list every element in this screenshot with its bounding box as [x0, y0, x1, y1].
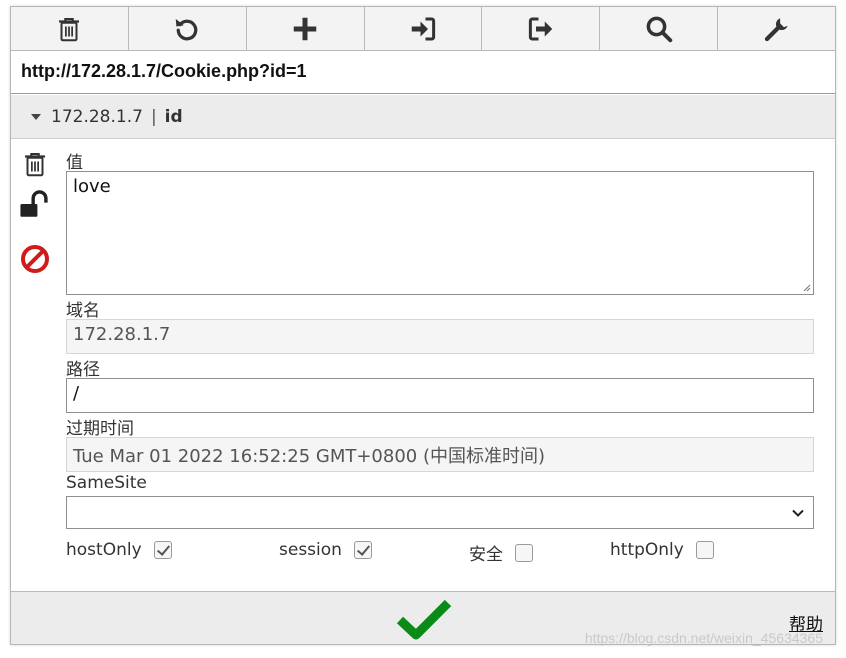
httponly-checkbox[interactable]: [695, 541, 714, 559]
samesite-label: SameSite: [66, 473, 147, 493]
add-cookie-button[interactable]: [247, 7, 365, 50]
path-label: 路径: [66, 360, 100, 380]
secure-label: 安全: [469, 545, 503, 565]
secure-checkbox[interactable]: [515, 543, 533, 562]
domain-label: 域名: [66, 301, 100, 321]
checkmark-icon[interactable]: [396, 598, 452, 642]
value-label: 值: [66, 153, 83, 173]
block-icon[interactable]: [19, 243, 51, 275]
export-button[interactable]: [482, 7, 601, 50]
resize-grip-icon[interactable]: [801, 282, 811, 292]
reset-button[interactable]: [129, 7, 247, 50]
url-display[interactable]: http://172.28.1.7/Cookie.php?id=1: [11, 50, 835, 94]
separator: |: [150, 106, 157, 127]
plus-icon: [293, 17, 317, 40]
options-button[interactable]: [718, 7, 835, 50]
cookie-actions: [19, 149, 51, 275]
session-flag[interactable]: session: [279, 540, 372, 560]
cookie-flags: hostOnly session 安全 httpOnly: [66, 540, 826, 570]
hostonly-flag[interactable]: hostOnly: [66, 540, 172, 560]
search-icon: [646, 16, 672, 42]
import-icon: [411, 17, 436, 40]
trash-icon: [59, 17, 80, 41]
import-button[interactable]: [365, 7, 483, 50]
cookie-host: 172.28.1.7: [51, 106, 143, 127]
expires-field[interactable]: Tue Mar 01 2022 16:52:25 GMT+0800 (中国标准时…: [66, 437, 814, 472]
value-textarea[interactable]: love: [66, 171, 814, 295]
watermark: https://blog.csdn.net/weixin_45634365: [584, 630, 823, 646]
unlock-icon[interactable]: [19, 187, 53, 221]
search-button[interactable]: [600, 7, 719, 50]
cookie-row-header[interactable]: 172.28.1.7 | id: [11, 95, 835, 139]
hostonly-label: hostOnly: [66, 540, 142, 560]
toolbar: [11, 7, 835, 51]
wrench-icon: [764, 17, 788, 41]
hostonly-checkbox[interactable]: [153, 541, 172, 559]
httponly-label: httpOnly: [610, 540, 684, 560]
session-label: session: [279, 540, 342, 560]
chevron-down-icon: [31, 113, 41, 120]
export-icon: [528, 17, 553, 40]
httponly-flag[interactable]: httpOnly: [610, 540, 714, 560]
expires-label: 过期时间: [66, 419, 134, 439]
cookie-name: id: [164, 106, 183, 127]
secure-flag[interactable]: 安全: [469, 540, 533, 565]
footer-bar: 帮助 https://blog.csdn.net/weixin_45634365: [11, 591, 835, 646]
path-field[interactable]: /: [66, 378, 814, 413]
cookie-editor-panel: http://172.28.1.7/Cookie.php?id=1 172.28…: [10, 6, 836, 646]
delete-all-button[interactable]: [11, 7, 129, 50]
trash-icon[interactable]: [20, 149, 50, 179]
chevron-down-icon: [792, 509, 804, 517]
value-text: love: [73, 176, 111, 197]
domain-field[interactable]: 172.28.1.7: [66, 319, 814, 354]
undo-icon: [176, 18, 198, 40]
session-checkbox[interactable]: [353, 541, 372, 559]
samesite-select[interactable]: [66, 496, 814, 529]
